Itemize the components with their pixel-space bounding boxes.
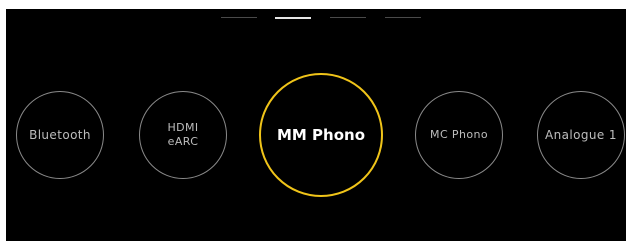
source-selector-screen: Bluetooth HDMI eARC MM Phono MC Phono An…	[6, 9, 626, 241]
source-bluetooth-label: Bluetooth	[29, 128, 91, 142]
source-mm-phono-label: MM Phono	[276, 126, 366, 144]
page-dot-4[interactable]	[385, 17, 421, 18]
source-analogue-1-label: Analogue 1	[545, 128, 617, 142]
page-dot-3[interactable]	[330, 17, 366, 18]
source-hdmi-earc-label: HDMI eARC	[167, 121, 199, 148]
source-mc-phono-button[interactable]: MC Phono	[415, 91, 503, 179]
page-dot-2[interactable]	[275, 17, 311, 19]
page-indicator	[6, 17, 626, 19]
source-bluetooth-button[interactable]: Bluetooth	[16, 91, 104, 179]
app-window: Bluetooth HDMI eARC MM Phono MC Phono An…	[0, 0, 632, 249]
source-mm-phono-button[interactable]: MM Phono	[259, 73, 383, 197]
source-mc-phono-label: MC Phono	[430, 128, 488, 141]
source-analogue-1-button[interactable]: Analogue 1	[537, 91, 625, 179]
page-dot-1[interactable]	[221, 17, 257, 18]
source-hdmi-earc-button[interactable]: HDMI eARC	[139, 91, 227, 179]
